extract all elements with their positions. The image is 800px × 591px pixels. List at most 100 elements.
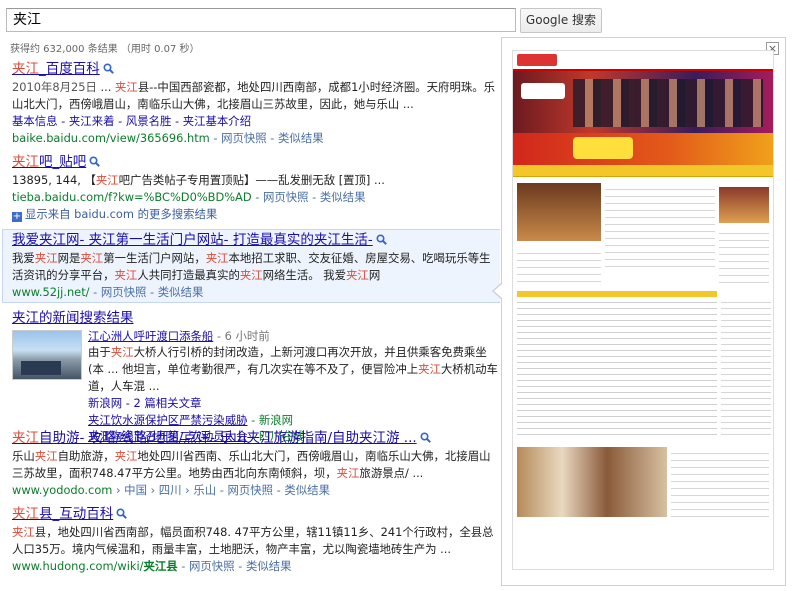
highlight-term: 夹江 — [12, 525, 35, 539]
preview-site-logo — [517, 54, 557, 66]
snippet-text: ... — [96, 80, 116, 94]
more-results-text: 显示来自 baidu.com 的更多搜索结果 — [25, 207, 218, 221]
snippet-text: 2010年8月25日 — [12, 80, 97, 94]
google-search-button[interactable]: Google 搜索 — [520, 8, 602, 33]
magnifier-icon[interactable] — [89, 156, 101, 167]
url-text: www.yododo.com — [12, 483, 113, 497]
url-bold: 夹江县 — [143, 559, 178, 573]
search-result: 夹江_百度百科 2010年8月25日 ... 夹江县--中国西部瓷都，地处四川西… — [8, 60, 500, 147]
news-item-link[interactable]: 夹江饮水源保护区严禁污染威胁 — [88, 413, 247, 427]
news-item: 夹江饮水源保护区严禁污染威胁 - 新浪网 — [88, 412, 498, 428]
url-text: tieba.baidu.com/f?kw=%BC%D0%BD%AD — [12, 190, 252, 204]
search-result-selected[interactable]: 我爱夹江网- 夹江第一生活门户网站- 打造最真实的夹江生活- 我爱夹江网是夹江第… — [2, 229, 500, 303]
result-title-link[interactable]: 夹江_百度百科 — [12, 60, 500, 79]
cache-similar-links[interactable]: - 网页快照 - 类似结果 — [216, 483, 330, 497]
cache-similar-links[interactable]: - 网页快照 - 类似结果 — [90, 285, 203, 299]
highlight-term: 夹江 — [110, 345, 134, 359]
search-result: 夹江自助游- 攻略/线路/地图/点评- 乐山夹江旅游指南/自助夹江游 ... 乐… — [8, 429, 500, 499]
snippet-text: 我爱 — [12, 251, 35, 265]
title-text: 自助游- 攻略/线路/地图/点评- 乐山夹江旅游指南/自助夹江游 ... — [39, 430, 417, 446]
preview-promo-badge — [573, 137, 633, 159]
news-results: 夹江的新闻搜索结果 江心洲人呼吁渡口添条船 - 6 小时前 由于夹江大桥人行引桥… — [8, 309, 500, 443]
preview-sidebar — [721, 297, 771, 437]
result-stats: 获得约 632,000 条结果 （用时 0.07 秒） — [10, 44, 200, 55]
snippet-text: 旅游景点/ ... — [359, 466, 424, 480]
url-breadcrumbs[interactable]: › 中国 › 四川 › 乐山 — [112, 483, 216, 497]
magnifier-icon[interactable] — [116, 508, 128, 519]
news-body: 江心洲人呼吁渡口添条船 - 6 小时前 由于夹江大桥人行引桥的封闭改造，上新河渡… — [12, 328, 500, 443]
snippet-text: 网是 — [57, 251, 81, 265]
result-title-link[interactable]: 我爱夹江网- 夹江第一生活门户网站- 打造最真实的夹江生活- — [12, 231, 500, 250]
highlight-term: 夹江 — [115, 80, 138, 94]
snippet-text: 县，地处四川省西南部，幅员面积748. 47平方公里，辖11镇11乡、241个行… — [12, 525, 494, 556]
snippet-text: 由于 — [88, 345, 111, 359]
snippet-text: 自助旅游， — [57, 449, 115, 463]
search-input[interactable]: 夹江 — [6, 8, 516, 32]
url-text: www.hudong.com/wiki/ — [12, 559, 144, 573]
result-snippet: 夹江县，地处四川省西南部，幅员面积748. 47平方公里，辖11镇11乡、241… — [12, 524, 500, 558]
snippet-text: 吧广告类帖子专用置顶贴】——乱发删无敌 [置顶] ... — [118, 173, 385, 187]
highlight-term: 夹江 — [95, 173, 119, 187]
result-title-link[interactable]: 夹江县_互动百科 — [12, 505, 500, 524]
preview-pointer-inner — [494, 283, 503, 299]
highlight-term: 夹江 — [205, 251, 229, 265]
title-highlight: 夹江 — [12, 430, 39, 446]
result-snippet: 2010年8月25日 ... 夹江县--中国西部瓷都，地处四川西南部，成都1小时… — [12, 79, 500, 113]
more-results-link[interactable]: + 显示来自 baidu.com 的更多搜索结果 — [12, 206, 500, 223]
snippet-text: 13895, 144, 【 — [12, 173, 96, 187]
plus-icon: + — [12, 211, 22, 222]
magnifier-icon[interactable] — [376, 234, 387, 245]
highlight-term: 夹江 — [114, 449, 138, 463]
highlight-term: 夹江 — [34, 449, 58, 463]
result-snippet: 乐山夹江自助旅游，夹江地处四川省西南、乐山北大门，西傍峨眉山，南临乐山大佛，北接… — [12, 448, 500, 482]
preview-link-grid — [517, 297, 717, 437]
title-text: _百度百科 — [39, 61, 100, 77]
result-url: www.52jj.net/ - 网页快照 - 类似结果 — [12, 284, 500, 301]
snippet-text: 第一生活门户网站， — [103, 251, 206, 265]
preview-cctv-logo — [521, 83, 565, 99]
title-highlight: 夹江 — [12, 61, 39, 77]
preview-photo — [517, 183, 601, 241]
instant-preview-panel[interactable]: × — [501, 37, 786, 586]
highlight-term: 夹江 — [34, 251, 58, 265]
preview-text-block — [671, 447, 769, 517]
preview-promo-strip — [513, 133, 773, 165]
title-highlight: 夹江 — [12, 154, 39, 170]
magnifier-icon[interactable] — [420, 432, 431, 443]
news-source-link[interactable]: 新浪网 - 2 篇相关文章 — [88, 395, 498, 412]
highlight-term: 夹江 — [114, 268, 138, 282]
preview-text-block — [605, 183, 715, 273]
result-title-link[interactable]: 夹江自助游- 攻略/线路/地图/点评- 乐山夹江旅游指南/自助夹江游 ... — [12, 429, 500, 448]
title-text: 吧_贴吧 — [39, 154, 87, 170]
preview-site-header — [513, 51, 773, 71]
url-text: baike.baidu.com/view/365696.htm — [12, 131, 210, 145]
news-headline-row: 江心洲人呼吁渡口添条船 - 6 小时前 — [88, 328, 498, 344]
news-snippet: 由于夹江大桥人行引桥的封闭改造，上新河渡口再次开放，并且供乘客免费乘坐 (本 .… — [88, 344, 498, 395]
title-highlight: 夹江 — [12, 506, 39, 522]
cache-similar-links[interactable]: - 网页快照 - 类似结果 — [178, 559, 291, 573]
preview-text-block — [517, 247, 601, 287]
highlight-term: 夹江 — [418, 362, 441, 376]
url-text: www.52jj.net/ — [12, 285, 90, 299]
preview-nav-bar — [513, 165, 773, 177]
result-url: baike.baidu.com/view/365696.htm - 网页快照 -… — [12, 130, 500, 147]
title-text: 我爱夹江网- 夹江第一生活门户网站- 打造最真实的夹江生活- — [12, 232, 373, 248]
result-snippet: 13895, 144, 【夹江吧广告类帖子专用置顶贴】——乱发删无敌 [置顶] … — [12, 172, 500, 189]
news-title-link[interactable]: 夹江的新闻搜索结果 — [12, 309, 500, 328]
result-sitelinks[interactable]: 基本信息 - 夹江来着 - 风景名胜 - 夹江基本介绍 — [12, 113, 500, 130]
news-thumbnail[interactable] — [12, 330, 82, 380]
result-url: www.yododo.com › 中国 › 四川 › 乐山 - 网页快照 - 类… — [12, 482, 500, 499]
preview-content — [513, 177, 773, 569]
result-title-link[interactable]: 夹江吧_贴吧 — [12, 153, 500, 172]
preview-page-thumbnail[interactable] — [512, 50, 774, 570]
snippet-text: 网络生活。 我爱 — [262, 268, 347, 282]
snippet-text: 人共同打造最真实的 — [137, 268, 240, 282]
cache-similar-links[interactable]: - 网页快照 - 类似结果 — [210, 131, 323, 145]
news-headline-link[interactable]: 江心洲人呼吁渡口添条船 — [88, 329, 213, 343]
result-url: www.hudong.com/wiki/夹江县 - 网页快照 - 类似结果 — [12, 558, 500, 575]
news-lines: 江心洲人呼吁渡口添条船 - 6 小时前 由于夹江大桥人行引桥的封闭改造，上新河渡… — [88, 328, 498, 444]
magnifier-icon[interactable] — [103, 63, 114, 74]
cache-similar-links[interactable]: - 网页快照 - 类似结果 — [252, 190, 365, 204]
highlight-term: 夹江 — [239, 268, 263, 282]
result-url: tieba.baidu.com/f?kw=%BC%D0%BD%AD - 网页快照… — [12, 189, 500, 206]
